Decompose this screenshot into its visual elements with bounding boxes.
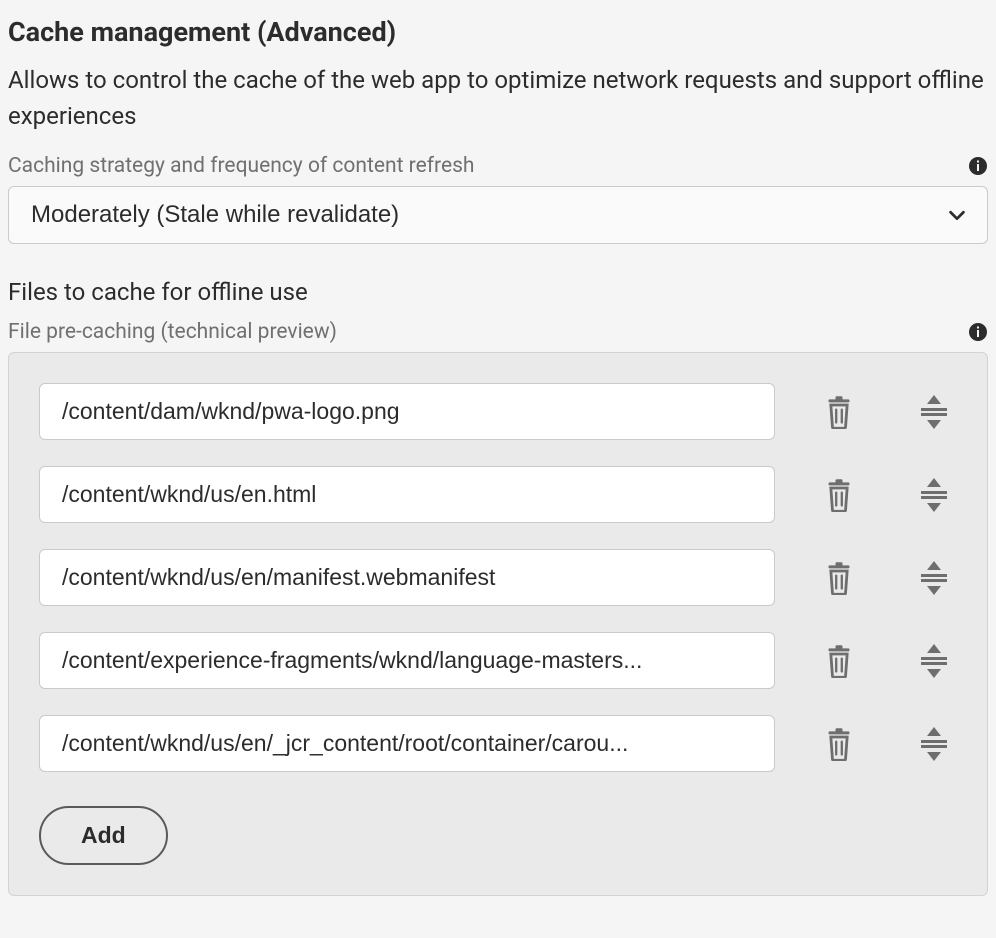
list-item [39, 466, 957, 523]
trash-icon [825, 561, 853, 595]
path-input[interactable] [39, 632, 775, 689]
reorder-icon [919, 561, 949, 595]
row-actions [825, 644, 957, 678]
strategy-label-row: Caching strategy and frequency of conten… [8, 154, 988, 178]
reorder-icon [919, 727, 949, 761]
reorder-button[interactable] [919, 561, 949, 595]
row-actions [825, 395, 957, 429]
list-item [39, 549, 957, 606]
row-actions [825, 561, 957, 595]
section-description: Allows to control the cache of the web a… [8, 62, 988, 134]
path-input[interactable] [39, 466, 775, 523]
precache-label: File pre-caching (technical preview) [8, 320, 337, 344]
files-section-title: Files to cache for offline use [8, 278, 988, 306]
strategy-label: Caching strategy and frequency of conten… [8, 154, 475, 178]
info-icon[interactable] [968, 156, 988, 176]
reorder-button[interactable] [919, 727, 949, 761]
path-input[interactable] [39, 383, 775, 440]
strategy-select[interactable]: Moderately (Stale while revalidate) [8, 186, 988, 244]
path-input[interactable] [39, 715, 775, 772]
delete-button[interactable] [825, 644, 853, 678]
trash-icon [825, 478, 853, 512]
info-icon[interactable] [968, 322, 988, 342]
trash-icon [825, 395, 853, 429]
reorder-icon [919, 478, 949, 512]
add-button[interactable]: Add [39, 806, 168, 865]
trash-icon [825, 644, 853, 678]
strategy-select-wrap: Moderately (Stale while revalidate) [8, 186, 988, 244]
delete-button[interactable] [825, 478, 853, 512]
cache-management-section: Cache management (Advanced) Allows to co… [0, 0, 996, 926]
delete-button[interactable] [825, 395, 853, 429]
section-title: Cache management (Advanced) [8, 16, 988, 48]
row-actions [825, 727, 957, 761]
reorder-button[interactable] [919, 644, 949, 678]
delete-button[interactable] [825, 561, 853, 595]
reorder-button[interactable] [919, 395, 949, 429]
delete-button[interactable] [825, 727, 853, 761]
reorder-icon [919, 644, 949, 678]
reorder-icon [919, 395, 949, 429]
trash-icon [825, 727, 853, 761]
precache-list-panel: Add [8, 352, 988, 896]
list-item [39, 383, 957, 440]
path-input[interactable] [39, 549, 775, 606]
row-actions [825, 478, 957, 512]
list-item [39, 632, 957, 689]
precache-label-row: File pre-caching (technical preview) [8, 320, 988, 344]
list-item [39, 715, 957, 772]
reorder-button[interactable] [919, 478, 949, 512]
